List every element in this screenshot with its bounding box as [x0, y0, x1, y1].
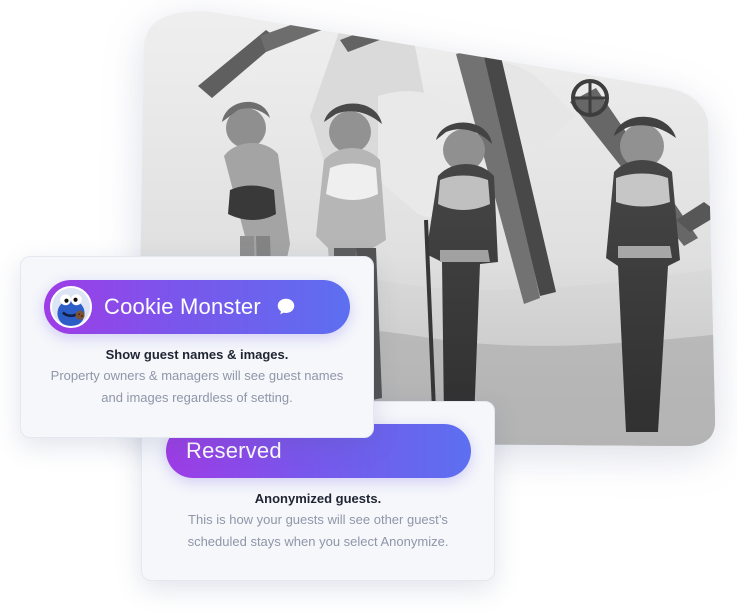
guest-names-description: Property owners & managers will see gues…: [50, 368, 344, 405]
avatar: [50, 286, 92, 328]
guest-names-title: Show guest names & images.: [105, 347, 289, 362]
guest-name: Cookie Monster: [104, 294, 261, 319]
guest-name-pill[interactable]: Cookie Monster: [44, 280, 350, 334]
anonymized-guests-title: Anonymized guests.: [254, 491, 382, 506]
reserved-label: Reserved: [186, 438, 282, 463]
feature-showcase: Cookie Monster Show guest names & images…: [0, 0, 737, 614]
chat-bubble-icon[interactable]: [275, 296, 297, 318]
guest-names-card: Cookie Monster Show guest names & images…: [20, 256, 374, 438]
anonymized-guests-description: This is how your guests will see other g…: [187, 512, 449, 549]
